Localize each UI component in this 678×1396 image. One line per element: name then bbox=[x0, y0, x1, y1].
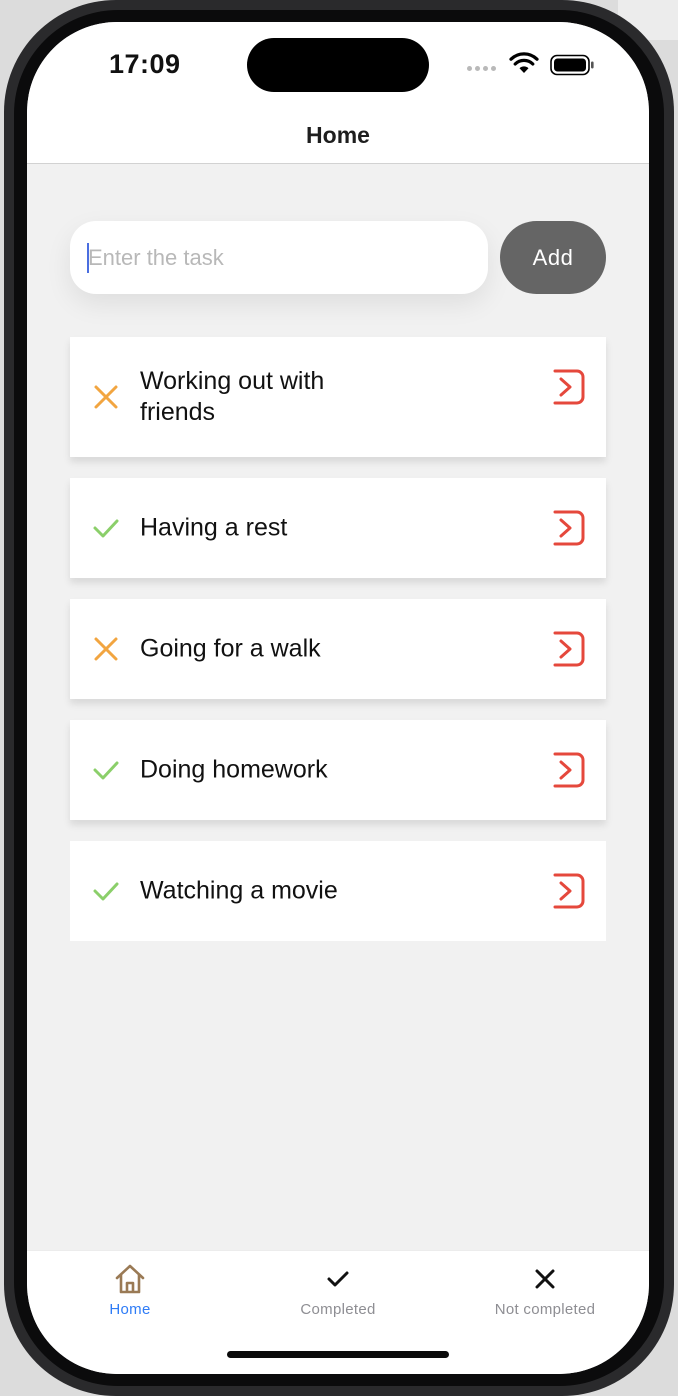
tab-completed-label: Completed bbox=[300, 1301, 376, 1318]
edit-task-icon[interactable] bbox=[552, 508, 586, 548]
task-item: Doing homework bbox=[70, 720, 606, 820]
task-item: Working out with friends bbox=[70, 337, 606, 457]
battery-icon bbox=[550, 54, 594, 76]
check-icon bbox=[327, 1271, 349, 1287]
check-icon bbox=[93, 882, 119, 901]
task-item: Watching a movie bbox=[70, 841, 606, 941]
task-text: Working out with friends bbox=[140, 367, 325, 426]
task-item: Going for a walk bbox=[70, 599, 606, 699]
tab-home-label: Home bbox=[109, 1301, 151, 1318]
tab-not-completed[interactable]: Not completed bbox=[445, 1263, 645, 1323]
check-icon bbox=[93, 761, 119, 780]
task-item: Having a rest bbox=[70, 478, 606, 578]
close-icon bbox=[535, 1269, 555, 1289]
status-time: 17:09 bbox=[109, 49, 181, 79]
dynamic-island bbox=[247, 38, 429, 92]
task-text: Doing homework bbox=[140, 755, 328, 784]
task-text: Having a rest bbox=[140, 513, 288, 542]
cross-icon bbox=[94, 637, 118, 661]
check-icon bbox=[93, 519, 119, 538]
tab-completed[interactable]: Completed bbox=[238, 1263, 438, 1323]
add-task-button[interactable]: Add bbox=[500, 221, 606, 294]
task-list: Working out with friends Having a rest G… bbox=[70, 337, 606, 962]
app-screen: 17:09 Home Add Working out with friends bbox=[27, 22, 649, 1374]
edit-task-icon[interactable] bbox=[552, 629, 586, 669]
page-title: Home bbox=[306, 122, 370, 148]
edit-task-icon[interactable] bbox=[552, 871, 586, 911]
task-text: Going for a walk bbox=[140, 634, 321, 663]
home-icon bbox=[115, 1264, 145, 1294]
tab-home[interactable]: Home bbox=[30, 1263, 230, 1323]
task-input[interactable] bbox=[70, 221, 488, 294]
edit-task-icon[interactable] bbox=[552, 367, 586, 407]
cross-icon bbox=[94, 385, 118, 409]
wifi-icon bbox=[509, 52, 539, 73]
text-caret bbox=[87, 243, 89, 273]
home-indicator[interactable] bbox=[227, 1351, 449, 1358]
navigation-bar: Home bbox=[27, 120, 649, 164]
task-text: Watching a movie bbox=[140, 876, 338, 905]
add-task-row: Add bbox=[70, 221, 606, 294]
cellular-signal-icon bbox=[467, 66, 496, 71]
edit-task-icon[interactable] bbox=[552, 750, 586, 790]
status-bar: 17:09 bbox=[27, 22, 649, 120]
tab-not-completed-label: Not completed bbox=[494, 1301, 596, 1318]
